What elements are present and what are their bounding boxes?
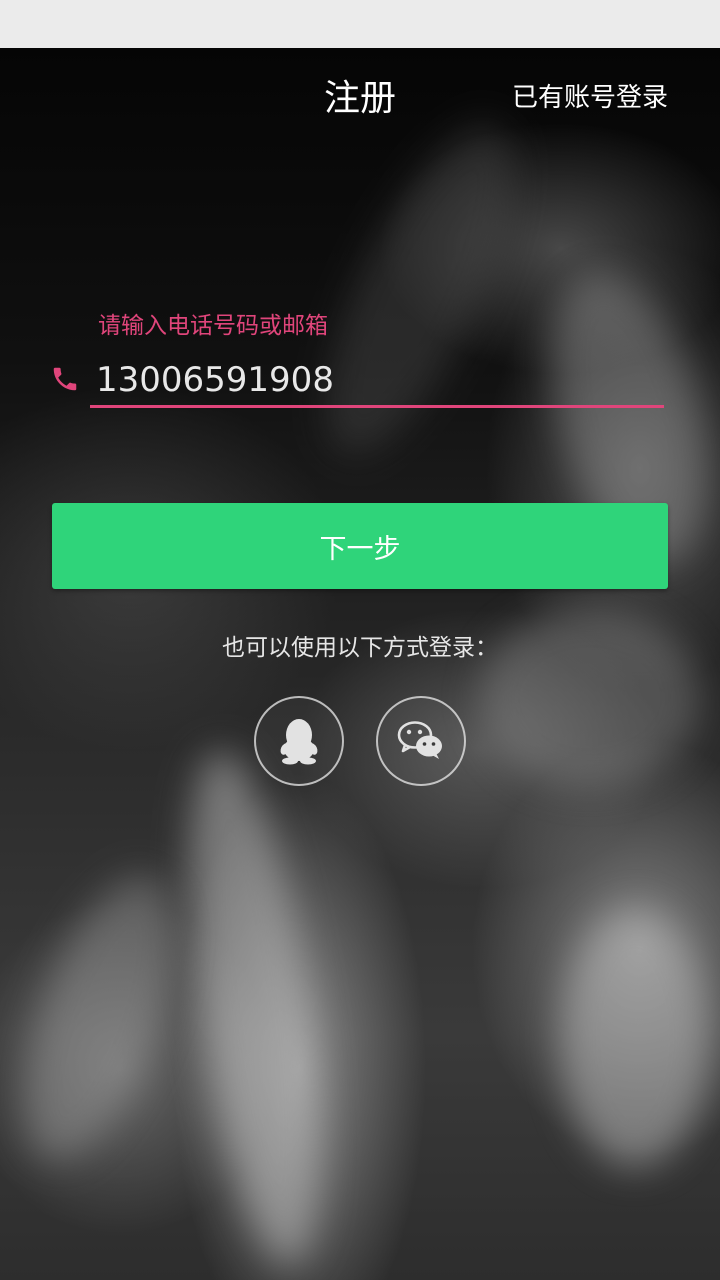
phone-input[interactable]: [92, 356, 668, 404]
phone-field-label: 请输入电话号码或邮箱: [98, 313, 328, 339]
alternative-login-label: 也可以使用以下方式登录：: [222, 635, 498, 661]
top-bar: 注册 已有账号登录: [0, 48, 720, 152]
next-step-button[interactable]: 下一步: [52, 503, 668, 589]
wechat-login-button[interactable]: [376, 696, 466, 786]
status-bar: [0, 0, 720, 48]
qq-penguin-icon: [280, 719, 318, 765]
phone-icon: [53, 367, 77, 391]
register-screen: 注册 已有账号登录 请输入电话号码或邮箱 下一步 也可以使用以下方式登录：: [0, 0, 720, 1280]
wechat-icon: [397, 721, 442, 759]
existing-account-login-link[interactable]: 已有账号登录: [512, 80, 668, 116]
background-photo: [0, 48, 720, 1280]
phone-input-underline: [90, 405, 664, 408]
qq-login-button[interactable]: [254, 696, 344, 786]
